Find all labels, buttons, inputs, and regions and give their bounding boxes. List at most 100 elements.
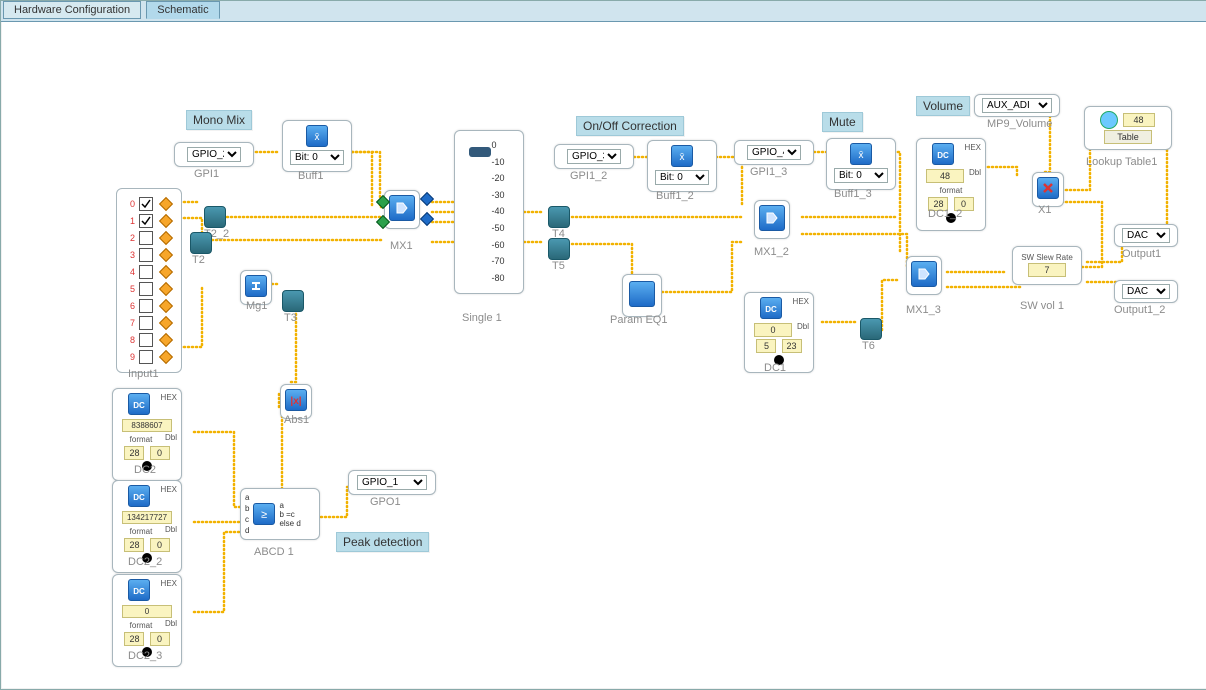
slider-knob[interactable] [469,147,491,157]
buff1-3-bit-select[interactable]: Bit: 0 [834,168,888,183]
block-gpi1-2[interactable]: GPIO_3 [554,144,634,169]
dc1-value[interactable]: 0 [754,323,792,337]
info-icon [1100,111,1118,129]
sw-vol-value[interactable]: 7 [1028,263,1066,277]
node-t2-2[interactable] [204,206,226,228]
block-x1[interactable] [1032,172,1064,207]
input-port[interactable] [159,282,173,296]
dc1-fmt2[interactable]: 23 [782,339,802,353]
dc2-3-fmt2[interactable]: 0 [150,632,170,646]
hex-label: HEX [965,143,981,152]
dc2-2-fmt2[interactable]: 0 [150,538,170,552]
block-mx1-2[interactable] [754,200,790,239]
block-mx1-3[interactable] [906,256,942,295]
output1-select[interactable]: DAC [1122,228,1170,243]
input-row-6[interactable]: 6 [123,298,175,314]
slider-tick-label: -50 [491,220,504,237]
block-abcd1[interactable]: a b c d ≥ a b =c else d [240,488,320,540]
tab-schematic[interactable]: Schematic [146,1,219,19]
block-param-eq1[interactable] [622,274,662,317]
input-row-4[interactable]: 4 [123,264,175,280]
input-row-9[interactable]: 9 [123,349,175,365]
node-t2[interactable] [190,232,212,254]
mp9-select[interactable]: AUX_ADI [982,98,1052,113]
block-gpi1[interactable]: GPIO_2 [174,142,254,167]
input-row-0[interactable]: 0 [123,196,175,212]
schematic-canvas[interactable]: Mono Mix On/Off Correction Mute Volume P… [2,22,1206,688]
input-checkbox-9[interactable] [139,350,153,364]
input-port[interactable] [159,214,173,228]
buff1-2-bit-select[interactable]: Bit: 0 [655,170,709,185]
dc2-3-fmt1[interactable]: 28 [124,632,144,646]
input-port[interactable] [159,299,173,313]
dc-icon: DC [128,485,150,507]
node-t4[interactable] [548,206,570,228]
input-row-7[interactable]: 7 [123,315,175,331]
group-label-peak-detection: Peak detection [336,532,429,552]
input-row-1[interactable]: 1 [123,213,175,229]
group-label-mute: Mute [822,112,863,132]
input-checkbox-7[interactable] [139,316,153,330]
dc2-fmt1[interactable]: 28 [124,446,144,460]
block-gpi1-3[interactable]: GPIO_4 [734,140,814,165]
lookup-value[interactable]: 48 [1123,113,1155,127]
gpi1-3-select[interactable]: GPIO_4 [747,145,801,160]
input-checkbox-0[interactable] [139,197,153,211]
dc1-fmt1[interactable]: 5 [756,339,776,353]
input-port[interactable] [159,333,173,347]
input-row-2[interactable]: 2 [123,230,175,246]
block-dc1[interactable]: DC HEX 0 Dbl 5 23 [744,292,814,373]
block-lookup-table1[interactable]: 48 Table [1084,106,1172,150]
input-port[interactable] [159,265,173,279]
input-checkbox-2[interactable] [139,231,153,245]
input-checkbox-8[interactable] [139,333,153,347]
app-window: Hardware Configuration Schematic [0,0,1206,690]
gpi1-select[interactable]: GPIO_2 [187,147,241,162]
block-mp9-volume[interactable]: AUX_ADI [974,94,1060,117]
input-checkbox-5[interactable] [139,282,153,296]
block-mx1[interactable] [384,190,420,229]
block-buff1[interactable]: x̄ Bit: 0 [282,120,352,172]
abcd-cond-a: a [279,501,300,510]
dc2-value[interactable]: 8388607 [122,419,172,432]
input-row-3[interactable]: 3 [123,247,175,263]
input-checkbox-6[interactable] [139,299,153,313]
input-port[interactable] [159,350,173,364]
gpo1-select[interactable]: GPIO_1 [357,475,427,490]
block-buff1-3[interactable]: x̄ Bit: 0 [826,138,896,190]
node-t6[interactable] [860,318,882,340]
node-t5[interactable] [548,238,570,260]
dc2-3-value[interactable]: 0 [122,605,172,618]
tab-hardware-config[interactable]: Hardware Configuration [3,1,141,19]
buff1-bit-select[interactable]: Bit: 0 [290,150,344,165]
label-mg1: Mg1 [246,300,267,312]
dc1-2-value[interactable]: 48 [926,169,964,183]
input-port[interactable] [159,316,173,330]
block-output1[interactable]: DAC [1114,224,1178,247]
input-checkbox-4[interactable] [139,265,153,279]
node-t3[interactable] [282,290,304,312]
lookup-table-button[interactable]: Table [1104,130,1152,144]
input-row-8[interactable]: 8 [123,332,175,348]
input-row-5[interactable]: 5 [123,281,175,297]
gpi1-2-select[interactable]: GPIO_3 [567,149,621,164]
group-label-onoff-correction: On/Off Correction [576,116,684,136]
block-sw-vol-1[interactable]: SW Slew Rate 7 [1012,246,1082,285]
output1-2-select[interactable]: DAC [1122,284,1170,299]
input-port[interactable] [159,248,173,262]
dc2-2-fmt1[interactable]: 28 [124,538,144,552]
block-input1[interactable]: 012345678 9 [116,188,182,373]
dc2-fmt2[interactable]: 0 [150,446,170,460]
input-checkbox-3[interactable] [139,248,153,262]
dc2-2-value[interactable]: 134217727 [122,511,172,524]
input-index: 9 [123,352,135,362]
slider-tick-label: -60 [491,237,504,254]
input-port[interactable] [159,231,173,245]
block-single1[interactable]: 0-10-20-30-40-50-60-70-80 [454,130,524,294]
input-checkbox-1[interactable] [139,214,153,228]
block-gpo1[interactable]: GPIO_1 [348,470,436,495]
input-port[interactable] [159,197,173,211]
slider-track[interactable] [473,137,487,287]
block-output1-2[interactable]: DAC [1114,280,1178,303]
block-buff1-2[interactable]: x̄ Bit: 0 [647,140,717,192]
